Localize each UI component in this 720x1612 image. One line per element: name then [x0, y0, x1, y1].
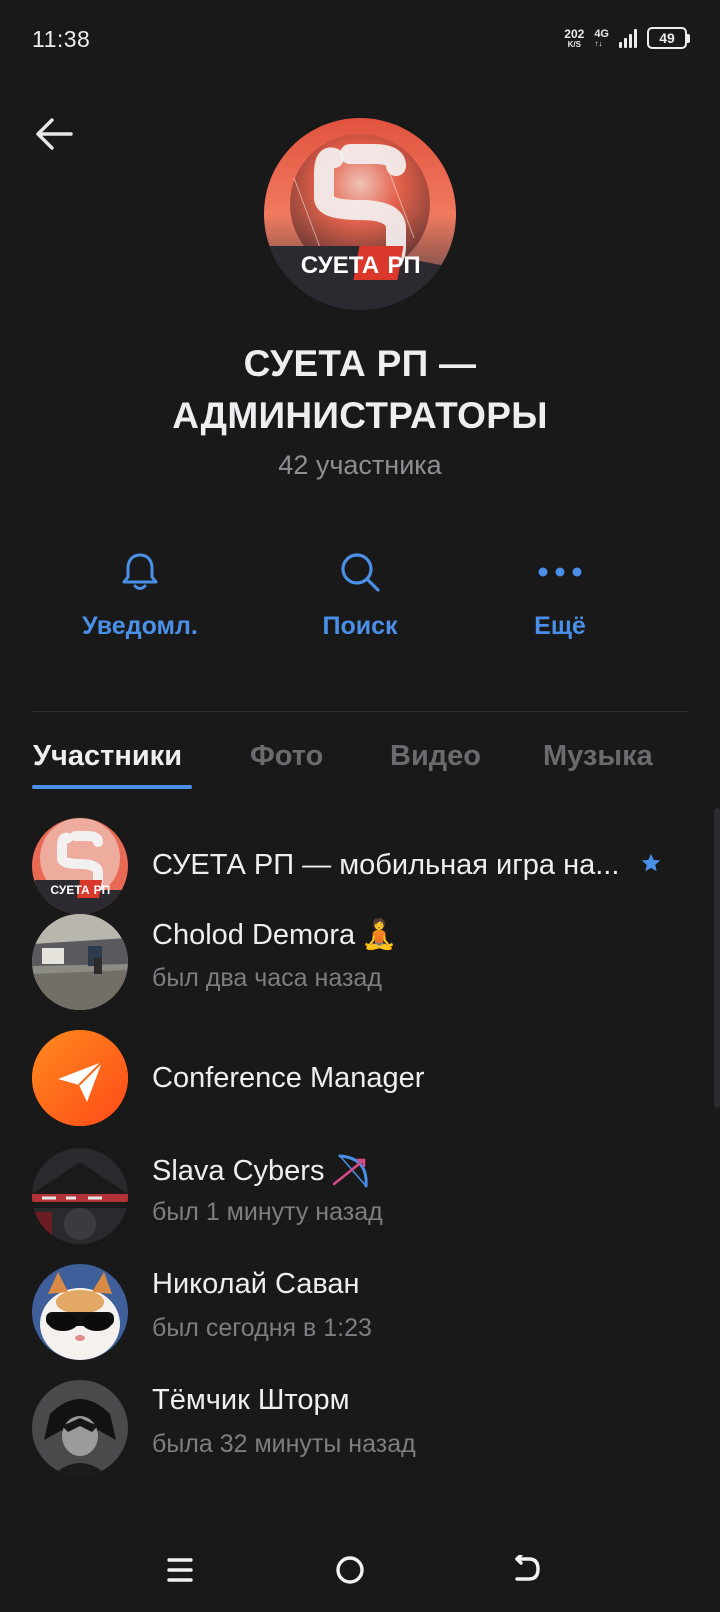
list-item[interactable]: СУЕТА РП СУЕТА РП — мобильная игра на...: [0, 818, 720, 914]
more-label: Ещё: [534, 612, 586, 640]
net-speed-value: 202: [564, 26, 585, 41]
member-name: Тёмчик Шторм: [152, 1384, 350, 1417]
group-title: СУЕТА РП — АДМИНИСТРАТОРЫ: [172, 343, 548, 436]
notifications-label: Уведомл.: [82, 612, 198, 640]
return-arrow-icon: [515, 1555, 540, 1581]
search-icon: [336, 548, 384, 596]
list-item[interactable]: Тёмчик Шторм была 32 минуты назад: [0, 1380, 720, 1476]
network-type: 4G ↑↓: [594, 27, 609, 48]
back-nav-button[interactable]: [496, 1540, 556, 1600]
avatar: СУЕТА РП: [32, 818, 128, 914]
search-button[interactable]: Поиск: [260, 548, 460, 641]
arrow-left-icon: [36, 118, 73, 150]
paper-plane-icon: [32, 1030, 128, 1126]
avatar: [32, 1148, 128, 1244]
net-speed: 202 K/S: [564, 28, 584, 49]
star-icon: [640, 852, 662, 874]
network-type-label: 4G: [594, 27, 609, 40]
more-icon: [536, 548, 584, 596]
member-count[interactable]: 42 участника: [60, 450, 660, 481]
recents-button[interactable]: [150, 1540, 210, 1600]
tab-indicator: [32, 785, 192, 789]
tab-music[interactable]: Музыка: [543, 740, 653, 773]
group-avatar-text: СУЕТА: [301, 252, 379, 279]
avatar-text-accent: РП: [94, 883, 111, 897]
divider: [32, 711, 688, 712]
member-name: Conference Manager: [152, 1062, 424, 1095]
battery-level: 49: [647, 27, 687, 49]
avatar: [32, 1264, 128, 1360]
action-bar: Уведомл. Поиск Ещё: [0, 548, 720, 658]
avatar: [32, 1380, 128, 1476]
member-name-text: Conference Manager: [152, 1062, 425, 1094]
battery-icon: 49: [647, 27, 690, 49]
group-avatar[interactable]: СУЕТА РП: [264, 118, 456, 310]
tab-members[interactable]: Участники: [33, 740, 182, 773]
network-arrows: ↑↓: [594, 38, 603, 48]
back-button[interactable]: [32, 112, 76, 156]
member-name-text: Slava Cybers: [152, 1154, 325, 1187]
net-speed-unit: K/S: [567, 39, 581, 49]
member-status: была 32 минуты назад: [152, 1430, 416, 1458]
member-name: Slava Cybers: [152, 1152, 372, 1190]
member-name: Cholod Demora 🧘: [152, 918, 397, 952]
avatar-text: СУЕТА: [50, 883, 90, 897]
home-circle-icon: [336, 1556, 364, 1584]
bell-icon: [116, 548, 164, 596]
member-status: был сегодня в 1:23: [152, 1314, 372, 1342]
member-name: СУЕТА РП — мобильная игра на...: [152, 849, 642, 882]
bow-and-arrow-icon: [333, 1154, 368, 1188]
member-status: был 1 минуту назад: [152, 1198, 383, 1226]
list-item[interactable]: Николай Саван был сегодня в 1:23: [0, 1264, 720, 1360]
status-icons: 202 K/S 4G ↑↓ 49: [564, 24, 690, 52]
list-item[interactable]: Conference Manager: [0, 1030, 720, 1126]
member-name: Николай Саван: [152, 1268, 360, 1301]
notifications-button[interactable]: Уведомл.: [40, 548, 240, 641]
home-button[interactable]: [320, 1540, 380, 1600]
status-bar: 11:38 202 K/S 4G ↑↓ 49: [0, 0, 720, 80]
avatar: [32, 1030, 128, 1126]
meditation-emoji-icon: 🧘: [361, 919, 398, 951]
search-label: Поиск: [322, 612, 398, 640]
member-name-text: Cholod Demora: [152, 918, 356, 951]
list-item[interactable]: Slava Cybers был 1 минуту назад: [0, 1148, 720, 1244]
group-avatar-text-accent: РП: [387, 252, 420, 279]
tab-photo[interactable]: Фото: [250, 740, 323, 773]
menu-icon: [167, 1558, 193, 1582]
member-status: был два часа назад: [152, 964, 382, 992]
more-button[interactable]: Ещё: [460, 548, 660, 641]
system-nav-bar: [0, 1520, 720, 1612]
avatar: [32, 914, 128, 1010]
member-name-text: Тёмчик Шторм: [152, 1384, 350, 1416]
member-name-text: СУЕТА РП — мобильная игра на...: [152, 849, 620, 881]
member-name-text: Николай Саван: [152, 1268, 360, 1300]
status-time: 11:38: [32, 26, 91, 52]
signal-icon: [619, 28, 637, 48]
tab-video[interactable]: Видео: [390, 740, 481, 773]
list-item[interactable]: Cholod Demora 🧘 был два часа назад: [0, 914, 720, 1010]
